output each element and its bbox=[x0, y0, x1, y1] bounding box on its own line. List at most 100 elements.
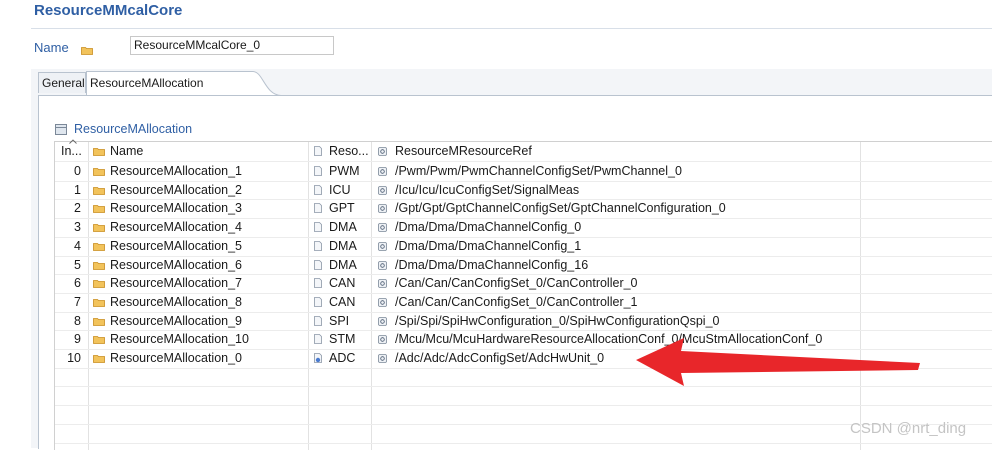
reference-icon bbox=[378, 182, 387, 195]
table-row[interactable]: 2 ResourceMAllocation_3 GPT/Gpt/Gpt/GptCha… bbox=[55, 199, 992, 218]
file-icon bbox=[314, 331, 322, 345]
table-row[interactable]: 4 ResourceMAllocation_5 DMA/Dma/Dma/DmaCha… bbox=[55, 237, 992, 256]
row-resource: PWM bbox=[329, 164, 360, 178]
row-name-cell[interactable]: ResourceMAllocation_0 bbox=[93, 349, 242, 368]
row-name: ResourceMAllocation_8 bbox=[110, 294, 243, 309]
row-name: ResourceMAllocation_7 bbox=[110, 276, 243, 291]
file-icon bbox=[314, 313, 322, 326]
row-resource-cell[interactable]: ICU bbox=[314, 181, 351, 200]
row-resource: DMA bbox=[329, 257, 357, 272]
row-resource-cell[interactable]: DMA bbox=[314, 237, 357, 256]
row-index: 6 bbox=[74, 276, 81, 291]
column-header-name[interactable]: Name bbox=[93, 142, 143, 161]
row-divider bbox=[55, 367, 992, 369]
reference-icon bbox=[378, 238, 387, 251]
section-header: ResourceMAllocation bbox=[55, 121, 192, 137]
table-row[interactable]: 1 ResourceMAllocation_2 ICU/Icu/Icu/IcuCon… bbox=[55, 181, 992, 200]
reference-icon bbox=[378, 294, 387, 307]
folder-icon bbox=[80, 43, 93, 55]
table-row[interactable]: 10 ResourceMAllocation_0 ADC/Adc/Adc/AdcCo… bbox=[55, 349, 992, 368]
row-name-cell[interactable]: ResourceMAllocation_5 bbox=[93, 237, 242, 256]
row-ref-cell[interactable]: /Pwm/Pwm/PwmChannelConfigSet/PwmChannel_… bbox=[378, 162, 682, 181]
row-ref-cell[interactable]: /Spi/Spi/SpiHwConfiguration_0/SpiHwConfi… bbox=[378, 312, 719, 331]
row-resource-cell[interactable]: CAN bbox=[314, 293, 355, 312]
table-row[interactable]: 8 ResourceMAllocation_9 SPI/Spi/Spi/SpiHwC… bbox=[55, 312, 992, 331]
row-ref: /Gpt/Gpt/GptChannelConfigSet/GptChannelC… bbox=[395, 201, 726, 216]
row-index: 7 bbox=[74, 294, 81, 309]
name-input[interactable]: ResourceMMcalCore_0 bbox=[130, 36, 334, 55]
row-name-cell[interactable]: ResourceMAllocation_1 bbox=[93, 162, 242, 181]
allocation-table[interactable]: In... Name Reso... ResourceMResourceRef … bbox=[54, 139, 992, 450]
folder-icon bbox=[93, 200, 105, 214]
row-resource-cell[interactable]: DMA bbox=[314, 218, 357, 237]
table-row[interactable]: 9 ResourceMAllocation_10 STM/Mcu/Mcu/McuHa… bbox=[55, 330, 992, 349]
row-ref: /Can/Can/CanConfigSet_0/CanController_0 bbox=[395, 276, 638, 291]
table-row[interactable]: 3 ResourceMAllocation_4 DMA/Dma/Dma/DmaCha… bbox=[55, 218, 992, 237]
row-ref-cell[interactable]: /Can/Can/CanConfigSet_0/CanController_0 bbox=[378, 274, 638, 293]
section-title: ResourceMAllocation bbox=[74, 122, 193, 136]
title-divider bbox=[31, 28, 992, 29]
tab-content: ResourceMAllocation In... Name Reso... R… bbox=[38, 95, 992, 450]
row-name-cell[interactable]: ResourceMAllocation_3 bbox=[93, 199, 242, 218]
row-resource: ADC bbox=[329, 351, 356, 365]
row-name: ResourceMAllocation_10 bbox=[110, 332, 249, 347]
row-resource-cell[interactable]: PWM bbox=[314, 162, 360, 181]
tab-resource-allocation[interactable]: ResourceMAllocation bbox=[86, 71, 254, 95]
row-resource-cell[interactable]: GPT bbox=[314, 199, 355, 218]
row-ref-cell[interactable]: /Adc/Adc/AdcConfigSet/AdcHwUnit_0 bbox=[378, 349, 604, 368]
row-name: ResourceMAllocation_9 bbox=[110, 313, 243, 328]
row-divider bbox=[55, 442, 992, 444]
row-name: ResourceMAllocation_5 bbox=[110, 238, 243, 253]
file-icon bbox=[314, 200, 322, 214]
reference-icon bbox=[378, 200, 387, 214]
row-resource: ICU bbox=[329, 182, 351, 197]
row-index: 3 bbox=[74, 220, 81, 235]
name-label: Name bbox=[34, 39, 69, 55]
row-ref: /Spi/Spi/SpiHwConfiguration_0/SpiHwConfi… bbox=[395, 313, 720, 328]
row-ref-cell[interactable]: /Gpt/Gpt/GptChannelConfigSet/GptChannelC… bbox=[378, 199, 726, 218]
row-resource: SPI bbox=[329, 313, 350, 328]
row-name-cell[interactable]: ResourceMAllocation_10 bbox=[93, 330, 249, 349]
row-ref: /Mcu/Mcu/McuHardwareResourceAllocationCo… bbox=[395, 332, 823, 347]
file-icon bbox=[314, 294, 322, 307]
row-name-cell[interactable]: ResourceMAllocation_7 bbox=[93, 274, 242, 293]
table-row[interactable]: 6 ResourceMAllocation_7 CAN/Can/Can/CanCon… bbox=[55, 274, 992, 293]
row-ref-cell[interactable]: /Dma/Dma/DmaChannelConfig_16 bbox=[378, 256, 588, 275]
row-name-cell[interactable]: ResourceMAllocation_9 bbox=[93, 312, 242, 331]
table-row[interactable]: 0 ResourceMAllocation_1 PWM/Pwm/Pwm/PwmCha… bbox=[55, 162, 992, 181]
folder-icon bbox=[93, 331, 105, 345]
tab-general[interactable]: General bbox=[38, 72, 86, 93]
reference-icon bbox=[378, 163, 387, 176]
row-ref-cell[interactable]: /Dma/Dma/DmaChannelConfig_0 bbox=[378, 218, 581, 237]
row-resource: GPT bbox=[329, 201, 355, 216]
row-name-cell[interactable]: ResourceMAllocation_6 bbox=[93, 256, 242, 275]
row-index: 8 bbox=[74, 313, 81, 328]
row-ref: /Dma/Dma/DmaChannelConfig_16 bbox=[395, 257, 589, 272]
row-resource-cell[interactable]: STM bbox=[314, 330, 355, 349]
table-row[interactable]: 5 ResourceMAllocation_6 DMA/Dma/Dma/DmaCha… bbox=[55, 256, 992, 275]
reference-icon bbox=[378, 257, 387, 270]
row-ref-cell[interactable]: /Dma/Dma/DmaChannelConfig_1 bbox=[378, 237, 581, 256]
row-resource-cell[interactable]: SPI bbox=[314, 312, 349, 331]
row-resource-cell[interactable]: ADC bbox=[314, 349, 355, 368]
row-resource-cell[interactable]: CAN bbox=[314, 274, 355, 293]
row-ref-cell[interactable]: /Icu/Icu/IcuConfigSet/SignalMeas bbox=[378, 181, 579, 200]
table-row[interactable]: 7 ResourceMAllocation_8 CAN/Can/Can/CanCon… bbox=[55, 293, 992, 312]
row-index: 2 bbox=[74, 201, 81, 216]
column-header-resource[interactable]: Reso... bbox=[314, 142, 369, 161]
column-header-ref[interactable]: ResourceMResourceRef bbox=[378, 142, 532, 161]
row-name-cell[interactable]: ResourceMAllocation_4 bbox=[93, 218, 242, 237]
row-ref-cell[interactable]: /Mcu/Mcu/McuHardwareResourceAllocationCo… bbox=[378, 330, 822, 349]
row-name: ResourceMAllocation_4 bbox=[110, 220, 243, 235]
folder-icon bbox=[93, 275, 105, 289]
row-ref-cell[interactable]: /Can/Can/CanConfigSet_0/CanController_1 bbox=[378, 293, 638, 312]
row-index: 1 bbox=[74, 182, 81, 197]
file-icon bbox=[314, 182, 322, 195]
file-icon bbox=[314, 219, 322, 232]
row-divider bbox=[55, 386, 992, 388]
row-name-cell[interactable]: ResourceMAllocation_8 bbox=[93, 293, 242, 312]
row-name-cell[interactable]: ResourceMAllocation_2 bbox=[93, 181, 242, 200]
row-resource-cell[interactable]: DMA bbox=[314, 256, 357, 275]
folder-icon bbox=[93, 182, 105, 195]
column-header-index[interactable]: In... bbox=[61, 142, 82, 161]
